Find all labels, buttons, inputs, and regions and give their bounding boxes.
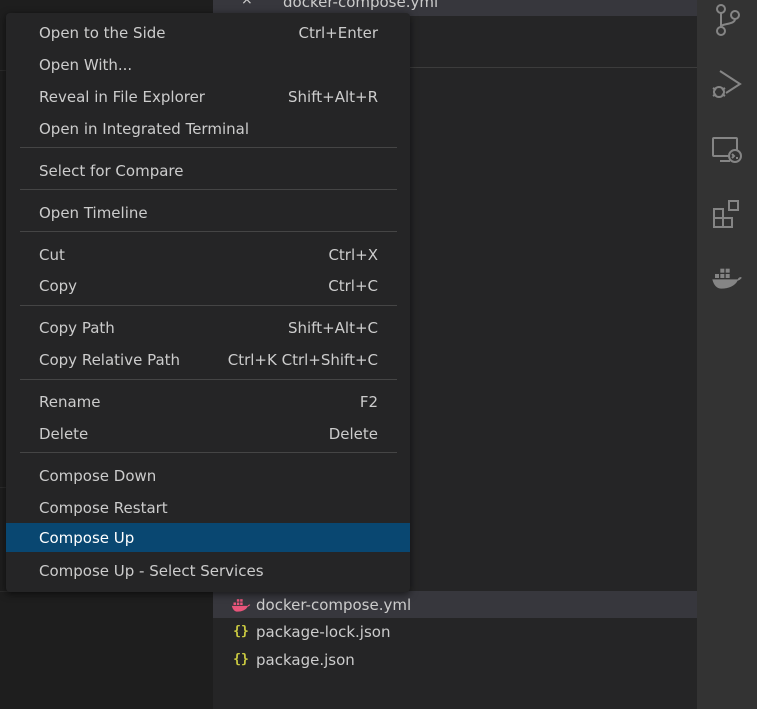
- menu-item-label: Select for Compare: [39, 161, 184, 180]
- menu-item-delete[interactable]: Delete Delete: [6, 418, 410, 449]
- menu-item-shortcut: Shift+Alt+C: [287, 318, 378, 337]
- remote-explorer-icon[interactable]: [707, 130, 747, 170]
- file-item-package[interactable]: {} package.json: [213, 646, 697, 673]
- menu-separator: [20, 189, 397, 190]
- menu-separator: [20, 452, 397, 453]
- menu-item-shortcut: Ctrl+Enter: [298, 23, 378, 42]
- menu-item-label: Compose Down: [39, 466, 157, 485]
- menu-item-label: Delete: [39, 424, 89, 443]
- menu-item-compose-down[interactable]: Compose Down: [6, 460, 410, 491]
- menu-item-open-timeline[interactable]: Open Timeline: [6, 197, 410, 228]
- menu-item-label: Open Timeline: [39, 203, 148, 222]
- file-item-package-lock[interactable]: {} package-lock.json: [213, 618, 697, 645]
- menu-separator: [20, 305, 397, 306]
- menu-item-shortcut: Ctrl+C: [328, 276, 378, 295]
- menu-item-label: Compose Restart: [39, 498, 168, 517]
- close-icon[interactable]: ×: [241, 0, 253, 8]
- menu-item-label: Copy: [39, 276, 78, 295]
- menu-item-rename[interactable]: Rename F2: [6, 386, 410, 417]
- menu-item-select-compare[interactable]: Select for Compare: [6, 155, 410, 186]
- menu-item-label: Copy Relative Path: [39, 350, 181, 369]
- menu-item-open-to-side[interactable]: Open to the Side Ctrl+Enter: [6, 17, 410, 48]
- menu-item-copy-relative-path[interactable]: Copy Relative Path Ctrl+K Ctrl+Shift+C: [6, 344, 410, 375]
- menu-item-compose-restart[interactable]: Compose Restart: [6, 492, 410, 523]
- menu-item-open-terminal[interactable]: Open in Integrated Terminal: [6, 113, 410, 144]
- menu-item-label: Copy Path: [39, 318, 115, 337]
- menu-item-label: Cut: [39, 245, 65, 264]
- menu-item-shortcut: Delete: [328, 424, 378, 443]
- menu-separator: [20, 147, 397, 148]
- activity-bar: [697, 0, 757, 709]
- source-control-icon[interactable]: [707, 0, 747, 40]
- menu-item-label: Open to the Side: [39, 23, 166, 42]
- menu-item-reveal[interactable]: Reveal in File Explorer Shift+Alt+R: [6, 81, 410, 112]
- menu-item-copy[interactable]: Copy Ctrl+C: [6, 270, 410, 301]
- menu-item-cut[interactable]: Cut Ctrl+X: [6, 239, 410, 270]
- file-label: package.json: [256, 650, 355, 669]
- menu-item-label: Open in Integrated Terminal: [39, 119, 249, 138]
- menu-item-shortcut: Shift+Alt+R: [288, 87, 378, 106]
- menu-item-label: Reveal in File Explorer: [39, 87, 205, 106]
- file-label: docker-compose.yml: [256, 595, 412, 614]
- json-icon: {}: [233, 624, 249, 639]
- menu-item-shortcut: Ctrl+K Ctrl+Shift+C: [227, 350, 378, 369]
- menu-item-copy-path[interactable]: Copy Path Shift+Alt+C: [6, 312, 410, 343]
- run-debug-icon[interactable]: [707, 64, 747, 104]
- menu-item-compose-up-select-services[interactable]: Compose Up - Select Services: [6, 555, 410, 586]
- menu-separator: [20, 379, 397, 380]
- context-menu: Open to the Side Ctrl+Enter Open With...…: [6, 13, 410, 592]
- docker-icon: [231, 595, 251, 615]
- menu-item-compose-up[interactable]: Compose Up: [6, 523, 410, 552]
- menu-item-label: Compose Up: [39, 528, 135, 547]
- menu-item-label: Open With...: [39, 55, 133, 74]
- menu-separator: [20, 231, 397, 232]
- menu-item-label: Rename: [39, 392, 101, 411]
- extensions-icon[interactable]: [707, 194, 747, 234]
- open-editor-label: docker-compose.yml: [283, 0, 439, 11]
- json-icon: {}: [233, 652, 249, 667]
- docker-icon[interactable]: [707, 258, 747, 298]
- menu-item-label: Compose Up - Select Services: [39, 561, 264, 580]
- file-item-docker-compose[interactable]: docker-compose.yml: [213, 591, 697, 618]
- menu-item-open-with[interactable]: Open With...: [6, 49, 410, 80]
- menu-item-shortcut: F2: [359, 392, 378, 411]
- file-label: package-lock.json: [256, 622, 391, 641]
- menu-item-shortcut: Ctrl+X: [328, 245, 378, 264]
